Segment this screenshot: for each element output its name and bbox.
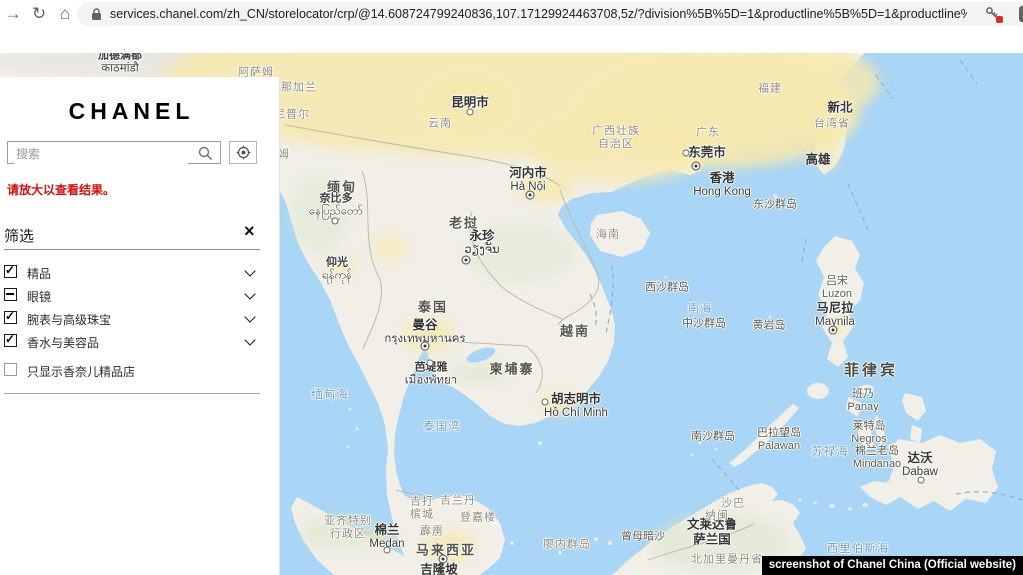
- filter-label: 只显示香奈儿精品店: [27, 363, 135, 380]
- translate-icon[interactable]: 文: [1019, 6, 1023, 22]
- geolocate-icon: [236, 145, 251, 160]
- chevron-down-icon[interactable]: [246, 290, 254, 298]
- browser-window: → ↻ ⌂ services.chanel.com/zh_CN/storeloc…: [0, 0, 1023, 575]
- geolocate-button[interactable]: [229, 141, 257, 164]
- chevron-down-icon[interactable]: [246, 313, 254, 321]
- forward-button[interactable]: →: [2, 2, 24, 26]
- filter-row-watches-jewelry: 腕表与高级珠宝: [0, 310, 263, 328]
- key-alert-badge: [996, 16, 1003, 23]
- store-locator-sidebar: CHANEL 请放大以查看结果。 筛选 × 精品 眼镜: [0, 77, 280, 575]
- checkbox-boutiques[interactable]: [4, 265, 17, 278]
- chevron-down-icon[interactable]: [246, 267, 254, 275]
- browser-toolbar: → ↻ ⌂ services.chanel.com/zh_CN/storeloc…: [0, 0, 1023, 53]
- chanel-logo: CHANEL: [0, 98, 263, 125]
- search-box: [7, 141, 221, 164]
- filter-row-boutiques: 精品: [0, 264, 263, 282]
- address-bar[interactable]: services.chanel.com/zh_CN/storelocator/c…: [77, 2, 1023, 26]
- checkbox-fragrance-beauty[interactable]: [4, 334, 17, 347]
- checkbox-watches-jewelry[interactable]: [4, 311, 17, 324]
- checkbox-eyewear[interactable]: [4, 288, 17, 301]
- filter-label: 腕表与高级珠宝: [27, 311, 111, 328]
- divider: [4, 249, 260, 250]
- filter-row-eyewear: 眼镜: [0, 287, 263, 305]
- watermark: screenshot of Chanel China (Official web…: [762, 556, 1023, 575]
- filter-title: 筛选: [4, 225, 34, 246]
- filter-row-boutique-only: 只显示香奈儿精品店: [0, 362, 263, 380]
- search-icon[interactable]: [198, 146, 213, 166]
- filter-label: 眼镜: [27, 288, 51, 305]
- home-button[interactable]: ⌂: [54, 2, 76, 26]
- url-text[interactable]: services.chanel.com/zh_CN/storelocator/c…: [110, 7, 967, 21]
- reload-button[interactable]: ↻: [28, 2, 50, 26]
- filter-label: 香水与美容品: [27, 334, 99, 351]
- search-input[interactable]: [14, 143, 188, 164]
- close-icon[interactable]: ×: [244, 221, 255, 242]
- filter-row-fragrance-beauty: 香水与美容品: [0, 333, 263, 351]
- zoom-message: 请放大以查看结果。: [7, 181, 115, 198]
- filter-label: 精品: [27, 265, 51, 282]
- password-key-icon[interactable]: [985, 6, 1001, 22]
- divider: [4, 393, 260, 394]
- lock-icon: [91, 8, 102, 26]
- checkbox-boutique-only[interactable]: [4, 363, 17, 376]
- chevron-down-icon[interactable]: [246, 336, 254, 344]
